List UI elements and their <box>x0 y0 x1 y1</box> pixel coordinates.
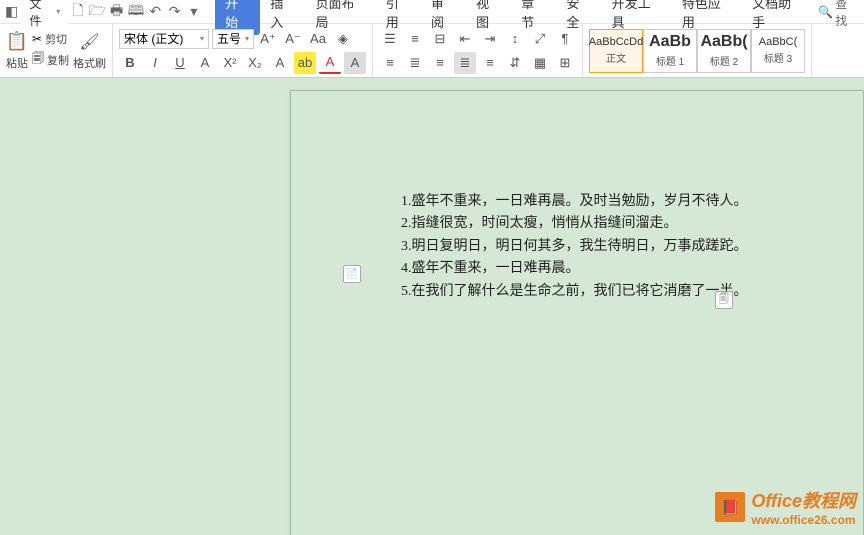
justify-icon[interactable]: ≣ <box>454 52 476 74</box>
format-painter-icon[interactable]: 🖌 <box>79 31 101 53</box>
shading-button[interactable]: A <box>344 52 366 74</box>
shading-fill-icon[interactable]: ▦ <box>529 52 551 74</box>
app-icon: ◧ <box>2 2 21 22</box>
increase-indent-icon[interactable]: ⇥ <box>479 28 501 50</box>
text-effects-button[interactable]: A <box>269 52 291 74</box>
chevron-down-icon: ▾ <box>56 7 60 16</box>
distribute-icon[interactable]: ≡ <box>479 52 501 74</box>
undo-icon[interactable]: ↶ <box>146 2 165 22</box>
highlight-button[interactable]: ab <box>294 52 316 74</box>
cut-icon: ✂ <box>32 32 42 46</box>
list-item[interactable]: 1.盛年不重来，一日难再晨。及时当勉励，岁月不待人。 <box>401 191 748 213</box>
font-name-select[interactable]: 宋体 (正文)▾ <box>119 29 209 49</box>
decrease-indent-icon[interactable]: ⇤ <box>454 28 476 50</box>
page[interactable]: 1.盛年不重来，一日难再晨。及时当勉励，岁月不待人。 2.指缝很宽，时间太瘦，悄… <box>290 90 864 535</box>
align-left-icon[interactable]: ≡ <box>379 52 401 74</box>
decrease-font-icon[interactable]: A⁻ <box>282 28 304 50</box>
copy-button[interactable]: 🗐 复制 <box>32 49 69 70</box>
paste-options-icon[interactable]: 📄 <box>343 265 361 283</box>
ribbon: 📋 粘贴 ✂ 剪切 🗐 复制 🖌 格式刷 <box>0 24 864 78</box>
numbering-icon[interactable]: ≡ <box>404 28 426 50</box>
show-marks-icon[interactable]: ¶ <box>554 28 576 50</box>
open-icon[interactable]: 🗁 <box>88 2 107 22</box>
increase-font-icon[interactable]: A⁺ <box>257 28 279 50</box>
style-heading2[interactable]: AaBb( 标题 2 <box>697 29 751 73</box>
style-heading3[interactable]: AaBbC( 标题 3 <box>751 29 805 73</box>
dropdown-icon[interactable]: ▾ <box>184 2 203 22</box>
font-color-button[interactable]: A <box>319 52 341 74</box>
align-right-icon[interactable]: ≡ <box>429 52 451 74</box>
superscript-button[interactable]: X² <box>219 52 241 74</box>
borders-icon[interactable]: ⊞ <box>554 52 576 74</box>
list-item[interactable]: 2.指缝很宽，时间太瘦，悄悄从指缝间溜走。 <box>401 213 748 235</box>
paste-label: 粘贴 <box>6 55 28 71</box>
list-item[interactable]: 5.在我们了解什么是生命之前，我们已将它消磨了一半。 <box>401 281 748 303</box>
italic-button[interactable]: I <box>144 52 166 74</box>
watermark: 📕 Office教程网 www.office26.com <box>715 487 856 527</box>
watermark-icon: 📕 <box>715 492 745 522</box>
list-item[interactable]: 4.盛年不重来，一日难再晨。 <box>401 258 748 280</box>
new-icon[interactable]: 🗋 <box>68 2 87 22</box>
text-direction-icon[interactable]: ↕ <box>504 28 526 50</box>
line-spacing-icon[interactable]: ⇵ <box>504 52 526 74</box>
align-center-icon[interactable]: ≣ <box>404 52 426 74</box>
font-size-select[interactable]: 五号▾ <box>212 29 254 49</box>
sort-icon[interactable]: ⤢ <box>529 28 551 50</box>
underline-button[interactable]: U <box>169 52 191 74</box>
bullets-icon[interactable]: ☰ <box>379 28 401 50</box>
format-painter-label: 格式刷 <box>73 55 106 71</box>
style-heading1[interactable]: AaBb 标题 1 <box>643 29 697 73</box>
cut-button[interactable]: ✂ 剪切 <box>32 31 69 47</box>
paste-icon[interactable]: 📋 <box>6 31 28 53</box>
save-icon[interactable]: 🖶 <box>107 2 126 22</box>
multilevel-icon[interactable]: ⊟ <box>429 28 451 50</box>
strike-button[interactable]: A <box>194 52 216 74</box>
subscript-button[interactable]: X₂ <box>244 52 266 74</box>
clear-format-icon[interactable]: ◈ <box>332 28 354 50</box>
redo-icon[interactable]: ↷ <box>165 2 184 22</box>
search-button[interactable]: 🔍 查找 <box>812 0 864 29</box>
document-content[interactable]: 1.盛年不重来，一日难再晨。及时当勉励，岁月不待人。 2.指缝很宽，时间太瘦，悄… <box>401 191 748 303</box>
watermark-url: www.office26.com <box>751 513 856 527</box>
search-icon: 🔍 <box>818 5 833 19</box>
list-item[interactable]: 3.明日复明日，明日何其多，我生待明日，万事成蹉跎。 <box>401 236 748 258</box>
style-normal[interactable]: AaBbCcDd 正文 <box>589 29 643 73</box>
search-label: 查找 <box>835 0 858 29</box>
bold-button[interactable]: B <box>119 52 141 74</box>
document-area: 1.盛年不重来，一日难再晨。及时当勉励，岁月不待人。 2.指缝很宽，时间太瘦，悄… <box>0 78 864 535</box>
change-case-icon[interactable]: Aa <box>307 28 329 50</box>
copy-icon: 🗐 <box>32 49 44 70</box>
layout-options-icon[interactable]: 🗐 <box>715 291 733 309</box>
print-preview-icon[interactable]: 🕮 <box>126 2 145 22</box>
watermark-title: Office教程网 <box>751 491 856 511</box>
